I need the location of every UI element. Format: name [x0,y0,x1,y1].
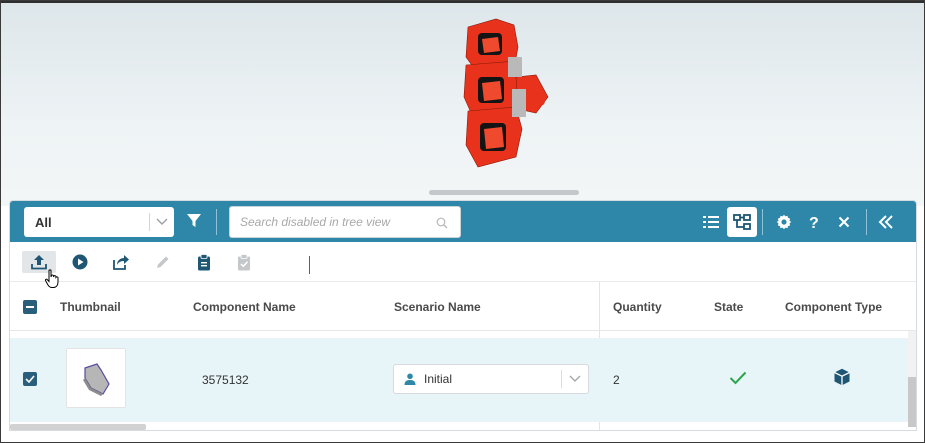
gear-icon[interactable] [770,208,798,236]
header-divider [762,209,763,235]
column-header-state[interactable]: State [714,282,743,331]
search-icon [436,216,448,234]
search-input[interactable] [240,207,430,237]
share-icon[interactable] [105,251,137,273]
viewport-top-border [1,1,924,3]
filter-dropdown-value: All [35,214,52,230]
clipboard-icon[interactable] [188,251,220,273]
table-header: Thumbnail Component Name Scenario Name Q… [10,282,916,331]
filter-dropdown[interactable]: All [24,207,174,237]
component-name-cell: 3575132 [202,373,249,387]
vertical-scrollbar[interactable] [908,331,916,427]
components-panel: All ? [9,200,917,431]
chevron-down-icon [562,375,588,383]
play-icon[interactable] [64,251,96,273]
column-header-component-type[interactable]: Component Type [785,282,882,331]
panel-header: All ? [10,201,916,242]
table-row[interactable]: 3575132 Initial 2 [10,338,908,422]
edit-icon [147,251,179,273]
horizontal-scrollbar-thumb[interactable] [10,424,146,430]
3d-model-render[interactable] [456,17,556,175]
scenario-dropdown-value: Initial [424,372,453,386]
clipboard-check-icon [228,251,260,273]
quantity-cell: 2 [613,373,620,387]
column-header-scenario-name[interactable]: Scenario Name [394,282,481,331]
close-icon[interactable] [830,208,858,236]
column-header-quantity[interactable]: Quantity [613,282,662,331]
row-checkbox[interactable] [23,372,37,386]
check-icon [729,371,747,390]
list-view-icon[interactable] [697,208,725,236]
chevron-down-icon [150,218,174,226]
tree-view-icon[interactable] [727,207,757,237]
search-box[interactable] [229,206,461,238]
component-thumbnail[interactable] [66,348,126,408]
filter-icon[interactable] [186,213,202,234]
header-divider [866,209,867,235]
collapse-panel-icon[interactable] [872,208,900,236]
checkbox-indeterminate-icon [23,299,37,314]
user-icon [404,373,416,385]
3d-viewport[interactable] [1,1,924,206]
header-divider [216,209,217,235]
scenario-dropdown[interactable]: Initial [393,364,589,394]
action-toolbar [10,242,916,288]
vertical-scrollbar-thumb[interactable] [908,377,916,427]
column-header-component-name[interactable]: Component Name [193,282,296,331]
column-header-thumbnail[interactable]: Thumbnail [60,282,121,331]
select-all-checkbox[interactable] [23,282,37,331]
svg-text:?: ? [809,215,819,230]
panel-resize-handle[interactable] [429,190,579,195]
help-icon[interactable]: ? [800,208,828,236]
toolbar-divider [309,256,310,274]
cube-icon [833,368,851,391]
